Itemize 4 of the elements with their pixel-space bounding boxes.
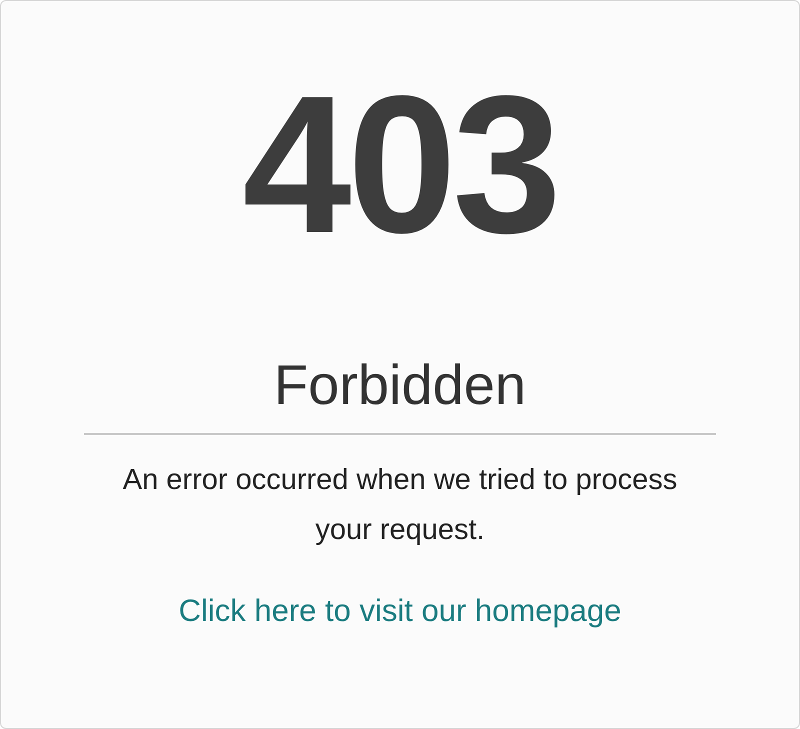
error-message: An error occurred when we tried to process your request.: [122, 463, 678, 548]
error-title: Forbidden: [274, 357, 526, 413]
homepage-link[interactable]: Click here to visit our homepage: [178, 593, 622, 629]
error-code: 403: [242, 67, 558, 263]
